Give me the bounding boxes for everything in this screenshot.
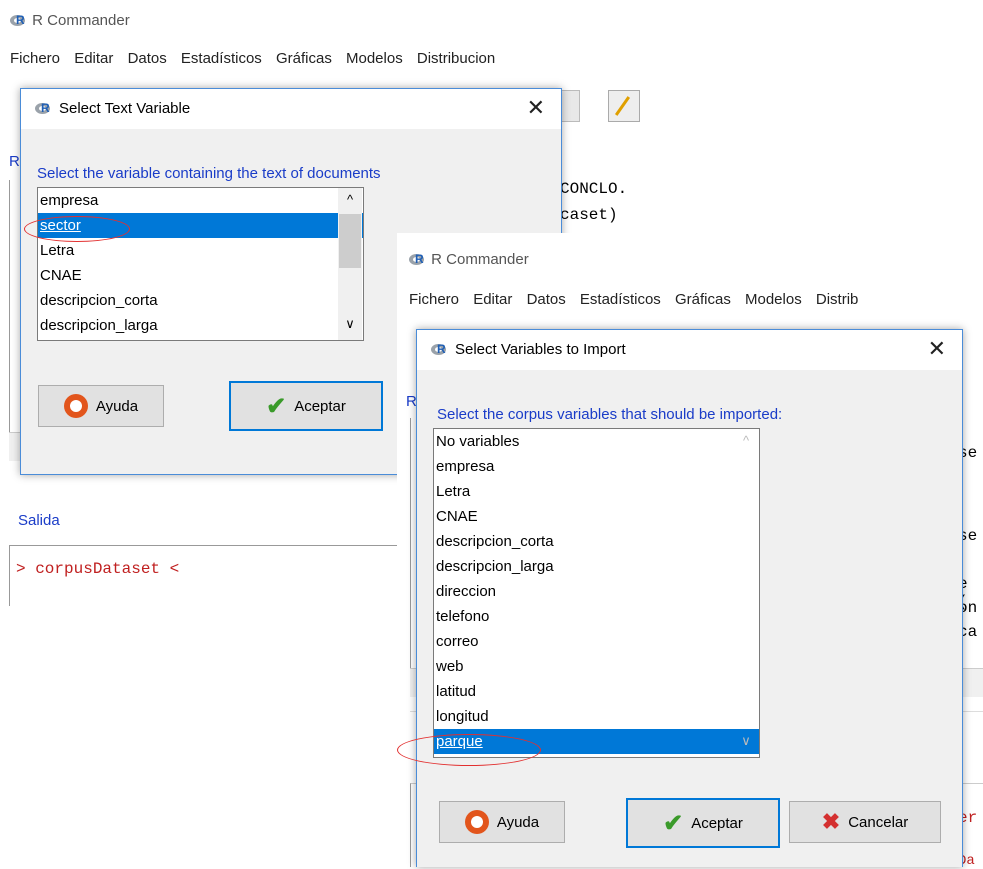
highlight-oval <box>397 734 541 766</box>
list-item[interactable]: empresa <box>434 454 759 479</box>
output-area[interactable]: > corpusDataset < <box>9 545 401 606</box>
r-logo-icon: R <box>431 342 449 357</box>
menu-graficas[interactable]: Gráficas <box>276 50 332 67</box>
checkmark-icon: ✔ <box>663 809 684 837</box>
help-lifebuoy-icon <box>63 394 88 418</box>
menu-graficas[interactable]: Gráficas <box>675 291 731 308</box>
ok-button-label: Aceptar <box>294 397 346 415</box>
back-window-title: R Commander <box>32 12 130 29</box>
edit-toolbar-button[interactable] <box>608 90 640 122</box>
ok-button[interactable]: ✔ Aceptar <box>626 798 780 848</box>
close-icon[interactable]: ✕ <box>527 95 545 121</box>
scroll-up-icon[interactable]: ^ <box>734 433 758 448</box>
r-logo-icon: R <box>35 101 53 116</box>
list-item[interactable]: No variables <box>434 429 759 454</box>
list-item[interactable]: web <box>434 654 759 679</box>
code-fragment-2: caset) <box>560 206 618 224</box>
menu-fichero[interactable]: Fichero <box>10 50 60 67</box>
dialog2-prompt: Select the corpus variables that should … <box>437 406 783 423</box>
menu-editar[interactable]: Editar <box>74 50 113 67</box>
cancel-button-label: Cancelar <box>848 813 909 831</box>
menu-estadisticos[interactable]: Estadísticos <box>181 50 262 67</box>
list-item[interactable]: longitud <box>434 704 759 729</box>
back-menubar: Fichero Editar Datos Estadísticos Gráfic… <box>10 50 505 67</box>
front-window-title: R Commander <box>431 251 529 268</box>
scroll-down-icon[interactable]: ∨ <box>338 316 362 332</box>
code-fragment-1: CONCLO. <box>560 180 628 198</box>
dialog2-titlebar: R Select Variables to Import ✕ <box>417 330 962 370</box>
list-item[interactable]: empresa <box>38 188 363 213</box>
help-button[interactable]: Ayuda <box>38 385 164 427</box>
dialog2-scrollbar[interactable]: ^ ∨ <box>734 429 758 757</box>
cancel-x-icon: ✖ <box>821 809 841 834</box>
list-item[interactable]: CNAE <box>38 263 363 288</box>
close-icon[interactable]: ✕ <box>928 336 946 362</box>
list-item[interactable]: latitud <box>434 679 759 704</box>
menu-modelos[interactable]: Modelos <box>346 50 403 67</box>
pencil-icon <box>614 96 631 116</box>
menu-editar[interactable]: Editar <box>473 291 512 308</box>
help-lifebuoy-icon <box>464 810 489 834</box>
toolbar-button-fragment[interactable] <box>560 90 580 122</box>
dialog1-scrollbar[interactable]: ^ ∨ <box>338 188 362 340</box>
highlight-oval <box>24 216 130 242</box>
dialog1-titlebar: R Select Text Variable ✕ <box>21 89 561 129</box>
dialog2-title: Select Variables to Import <box>455 341 626 358</box>
help-button-label: Ayuda <box>496 813 540 831</box>
checkmark-icon: ✔ <box>266 392 287 420</box>
script-label-fragment: R <box>9 153 20 170</box>
list-item[interactable]: descripcion_corta <box>38 288 363 313</box>
salida-label: Salida <box>18 512 60 529</box>
scroll-down-icon[interactable]: ∨ <box>734 733 758 749</box>
cancel-button[interactable]: ✖ Cancelar <box>789 801 941 843</box>
scroll-up-icon[interactable]: ^ <box>338 192 362 207</box>
menu-estadisticos[interactable]: Estadísticos <box>580 291 661 308</box>
list-item[interactable]: Letra <box>434 479 759 504</box>
front-menubar: Fichero Editar Datos Estadísticos Gráfic… <box>409 291 983 308</box>
select-variables-dialog: R Select Variables to Import ✕ Select th… <box>397 329 963 867</box>
menu-fichero[interactable]: Fichero <box>409 291 459 308</box>
output-line: > corpusDataset < <box>16 560 180 578</box>
scroll-thumb[interactable] <box>339 214 361 268</box>
menu-distribuciones[interactable]: Distrib <box>816 291 859 308</box>
list-item[interactable]: telefono <box>434 604 759 629</box>
back-window-titlebar: R R Commander <box>10 12 130 29</box>
import-variables-listbox[interactable]: No variables empresa Letra CNAE descripc… <box>433 428 760 758</box>
ok-button[interactable]: ✔ Aceptar <box>229 381 383 431</box>
text-variable-listbox[interactable]: empresa sector Letra CNAE descripcion_co… <box>37 187 364 341</box>
r-logo-icon: R <box>10 13 28 28</box>
menu-datos[interactable]: Datos <box>128 50 167 67</box>
dialog1-title: Select Text Variable <box>59 100 191 117</box>
list-item[interactable]: descripcion_larga <box>38 313 363 338</box>
menu-distribuciones[interactable]: Distribucion <box>417 50 495 67</box>
menu-modelos[interactable]: Modelos <box>745 291 802 308</box>
list-item[interactable]: direccion <box>434 579 759 604</box>
dialog1-prompt: Select the variable containing the text … <box>37 165 381 182</box>
list-item[interactable]: descripcion_corta <box>434 529 759 554</box>
list-item[interactable]: descripcion_larga <box>434 554 759 579</box>
list-item[interactable]: correo <box>434 629 759 654</box>
list-item[interactable]: CNAE <box>434 504 759 529</box>
r-logo-icon: R <box>409 252 427 267</box>
menu-datos[interactable]: Datos <box>527 291 566 308</box>
help-button-label: Ayuda <box>95 397 139 415</box>
ok-button-label: Aceptar <box>691 814 743 832</box>
help-button[interactable]: Ayuda <box>439 801 565 843</box>
front-window-titlebar: R R Commander <box>409 251 529 268</box>
